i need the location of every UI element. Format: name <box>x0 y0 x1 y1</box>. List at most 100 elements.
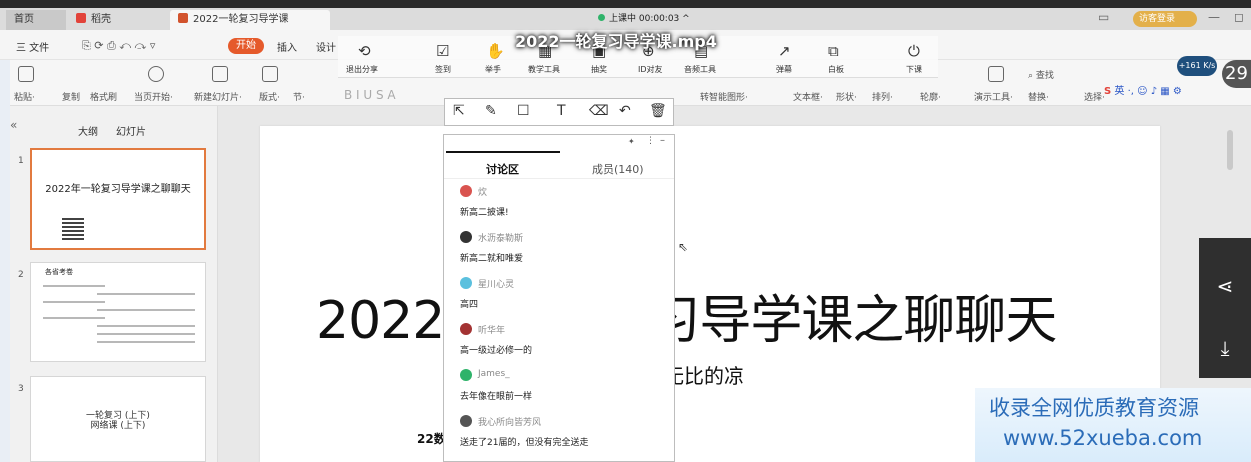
thumb-2-line <box>97 333 195 335</box>
slide-thumb-3[interactable]: 一轮复习 (上下) 网络课 (上下) <box>30 376 206 462</box>
ime-toolbar[interactable]: S 英 ·, ☺ ♪ ▦ ⚙ <box>1104 82 1251 100</box>
watermark-line-1: 收录全网优质教育资源 <box>989 396 1199 420</box>
thumb-number-1: 1 <box>18 156 24 166</box>
message-text: 新高二披课! <box>460 208 509 218</box>
danmaku-button[interactable]: 弹幕 <box>776 64 792 75</box>
chat-message: 水沥泰勒斯 新高二就和唯爱 <box>444 231 674 277</box>
thumb-3-title: 一轮复习 (上下) 网络课 (上下) <box>86 411 150 431</box>
textbox-button[interactable]: 文本框· <box>793 90 823 103</box>
user-avatar[interactable] <box>460 185 472 197</box>
collapse-panel-icon[interactable]: « <box>10 118 17 132</box>
user-avatar[interactable] <box>460 277 472 289</box>
minimize-panel-icon[interactable]: – <box>660 135 665 146</box>
arrange-button[interactable]: 排列· <box>872 90 893 103</box>
canvas-scrollbar[interactable] <box>1227 130 1233 170</box>
undo-icon[interactable]: ↶ <box>619 103 631 119</box>
slide-thumb-1[interactable]: 2022年一轮复习导学课之聊聊天 <box>30 148 206 250</box>
smart-graphic-button[interactable]: 转智能图形· <box>700 90 748 103</box>
presentation-tools-icon[interactable] <box>988 66 1004 82</box>
quick-access-icons[interactable]: ⎘ ⟳ ⎙ ⤺ ⤼ ▿ <box>82 39 155 53</box>
download-icon[interactable]: ⤓ <box>1213 336 1237 360</box>
more-icon[interactable]: ⋮ <box>646 136 655 146</box>
shape-button[interactable]: 形状· <box>836 90 857 103</box>
tab-home[interactable]: 首页 <box>6 10 66 30</box>
rectangle-icon[interactable]: ☐ <box>517 103 530 119</box>
slide-thumbnail-panel: « 大纲 幻灯片 1 2022年一轮复习导学课之聊聊天 2 各省考卷 3 一轮复… <box>10 106 218 462</box>
message-text: 高四 <box>460 300 479 310</box>
presentation-tools-button[interactable]: 演示工具· <box>974 90 1013 103</box>
lottery-button[interactable]: 抽奖 <box>591 64 607 75</box>
menu-insert[interactable]: 插入 <box>277 39 297 54</box>
outline-button[interactable]: 轮廓· <box>920 90 941 103</box>
raise-hand-button[interactable]: 举手 <box>485 64 501 75</box>
tab-docer[interactable]: 稻壳 <box>68 10 168 30</box>
user-avatar[interactable] <box>460 369 472 381</box>
checkin-button[interactable]: 签到 <box>435 64 451 75</box>
add-friend-button[interactable]: ID对友 <box>638 64 663 75</box>
exit-share-icon: ⟲ <box>358 42 371 60</box>
slide-title[interactable]: 2022年一轮复习导学课之聊聊天 <box>316 278 1057 353</box>
tab-outline[interactable]: 大纲 <box>78 123 98 138</box>
menu-design[interactable]: 设计 <box>316 39 336 54</box>
live-status: 上课中 00:00:03 ^ <box>598 11 690 24</box>
tab-discussion[interactable]: 讨论区 <box>486 161 519 177</box>
user-avatar[interactable] <box>460 415 472 427</box>
whiteboard-icon: ⧉ <box>828 42 839 60</box>
thumb-2-line <box>97 309 195 311</box>
eraser-icon[interactable]: ⌫ <box>589 103 609 119</box>
tab-slides[interactable]: 幻灯片 <box>116 123 146 138</box>
docer-icon <box>76 13 86 23</box>
hand-icon: ✋ <box>486 42 505 60</box>
restore-icon[interactable]: ◻ <box>1234 10 1244 24</box>
paste-button[interactable]: 粘贴· <box>14 90 35 103</box>
menu-file[interactable]: 三 文件 <box>16 39 49 54</box>
text-tool-icon[interactable]: T <box>557 103 566 119</box>
slide-footer-text[interactable]: 22数 <box>417 430 446 447</box>
menu-start[interactable]: 开始 <box>228 38 264 54</box>
thumb-number-2: 2 <box>18 270 24 280</box>
exit-share-button[interactable]: 退出分享 <box>346 64 378 75</box>
chat-panel-header: ✦ ⋮ – <box>444 135 674 149</box>
message-author: 我心所向皆芳风 <box>478 418 542 428</box>
trash-icon[interactable]: 🗑 <box>649 103 667 119</box>
message-author: 听华年 <box>478 326 506 336</box>
select-button[interactable]: 选择· <box>1084 90 1105 103</box>
chat-message: 星川心灵 高四 <box>444 277 674 323</box>
user-avatar[interactable] <box>460 323 472 335</box>
live-status-text: 上课中 00:00:03 ^ <box>609 14 690 24</box>
app-sidebar <box>0 60 10 462</box>
thumb-2-line <box>43 317 105 319</box>
new-slide-icon[interactable] <box>212 66 228 82</box>
whiteboard-button[interactable]: 白板 <box>828 64 844 75</box>
end-class-button[interactable]: 下课 <box>906 64 922 75</box>
find-button[interactable]: ⌕ 查找 <box>1028 68 1054 81</box>
copy-button[interactable]: 复制 <box>62 90 80 103</box>
tab-members[interactable]: 成员(140) <box>592 161 644 177</box>
message-author: 炊 <box>478 188 488 198</box>
layout-icon[interactable] <box>262 66 278 82</box>
tab-document[interactable]: 2022一轮复习导学课(一).pptx <box>170 10 330 45</box>
format-painter-button[interactable]: 格式刷 <box>90 90 117 103</box>
font-style-icons[interactable]: B I U S A <box>344 88 396 102</box>
layout-button[interactable]: 版式· <box>259 90 280 103</box>
skin-icon[interactable]: ▭ <box>1098 10 1109 24</box>
minimize-icon[interactable]: — <box>1208 10 1220 24</box>
end-class-icon: ⏻ <box>908 42 920 60</box>
new-slide-button[interactable]: 新建幻灯片· <box>194 90 242 103</box>
pen-icon[interactable]: ✎ <box>485 103 497 119</box>
share-icon[interactable]: ⋖ <box>1213 274 1237 298</box>
replace-button[interactable]: 替换· <box>1028 90 1049 103</box>
message-text: 高一级过必修一的 <box>460 346 533 356</box>
pointer-icon[interactable]: ⇱ <box>453 103 465 119</box>
section-button[interactable]: 节· <box>293 90 305 103</box>
slide-thumb-2[interactable]: 各省考卷 <box>30 262 206 362</box>
play-from-current-button[interactable]: 当页开始· <box>134 90 173 103</box>
audio-tools-button[interactable]: 音频工具 <box>684 64 716 75</box>
play-icon[interactable] <box>148 66 164 82</box>
message-author: 水沥泰勒斯 <box>478 234 524 244</box>
user-avatar[interactable] <box>460 231 472 243</box>
video-title: 2022一轮复习导学课.mp4 <box>515 32 717 51</box>
teaching-tools-button[interactable]: 教学工具 <box>528 64 560 75</box>
pin-icon[interactable]: ✦ <box>628 137 635 146</box>
paste-icon[interactable] <box>18 66 34 82</box>
